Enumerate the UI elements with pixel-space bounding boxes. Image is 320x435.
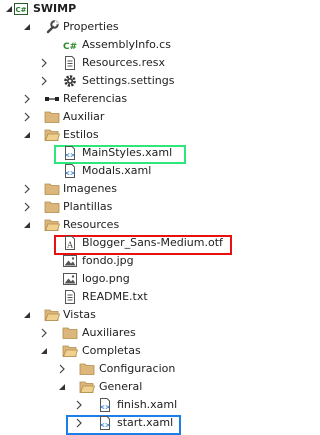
collapsed-arrow-icon[interactable] [73,414,85,432]
svg-text:<>: <> [65,151,76,159]
expanded-arrow-icon[interactable] [38,342,50,360]
folder-open-icon [44,306,60,324]
resx-file-icon [62,54,78,72]
tree-row-referencias[interactable]: Referencias [0,90,264,108]
csharp-project-icon: C# [13,0,29,18]
expanded-arrow-icon[interactable] [21,18,33,36]
svg-text:C#: C# [63,42,77,52]
folder-icon [62,324,78,342]
tree-row-completas[interactable]: Completas [0,342,264,360]
folder-open-icon [79,378,95,396]
tree-item-label: Completas [82,344,141,357]
tree-row-assemblyinfo[interactable]: C# AssemblyInfo.cs [0,36,264,54]
tree-item-label: Blogger_Sans-Medium.otf [82,236,223,249]
tree-row-readme[interactable]: README.txt [0,288,264,306]
collapsed-arrow-icon[interactable] [21,180,33,198]
tree-item-label: Resources [63,218,120,231]
tree-row-logo[interactable]: logo.png [0,270,264,288]
expanded-arrow-icon[interactable] [21,306,33,324]
tree-item-label: Estilos [63,128,99,141]
text-file-icon [62,288,78,306]
project-name: SWIMP [33,2,77,15]
collapsed-arrow-icon[interactable] [38,324,50,342]
tree-row-plantillas[interactable]: Plantillas [0,198,264,216]
collapsed-arrow-icon[interactable] [21,198,33,216]
csharp-file-icon: C# [62,36,78,54]
tree-item-label: logo.png [82,272,130,285]
tree-item-label: Resources.resx [82,56,165,69]
tree-item-label: Properties [63,20,119,33]
folder-icon [44,180,60,198]
tree-row-resources-resx[interactable]: Resources.resx [0,54,264,72]
solution-explorer-tree: C# SWIMP Properties C# AssemblyInfo.cs R… [0,0,264,435]
folder-open-icon [62,342,78,360]
tree-row-mainstyles[interactable]: <> MainStyles.xaml [0,144,264,164]
tree-row-project[interactable]: C# SWIMP [0,0,264,18]
svg-text:<>: <> [65,169,76,177]
tree-item-label: Configuracion [99,362,176,375]
tree-item-label: Auxiliar [63,110,105,123]
tree-row-finish[interactable]: <> finish.xaml [0,396,264,414]
tree-item-label: Vistas [63,308,96,321]
tree-item-label: Referencias [63,92,128,105]
image-file-icon [62,252,78,270]
xaml-file-icon: <> [62,144,78,162]
tree-item-label: fondo.jpg [82,254,134,267]
tree-row-modals[interactable]: <> Modals.xaml [0,162,264,180]
tree-row-imagenes[interactable]: Imagenes [0,180,264,198]
tree-item-label: Settings.settings [82,74,175,87]
svg-text:A: A [66,241,73,250]
tree-row-general[interactable]: General [0,378,264,396]
tree-item-label: start.xaml [117,416,174,429]
collapsed-arrow-icon[interactable] [21,108,33,126]
tree-item-label: Modals.xaml [82,164,152,177]
tree-row-properties[interactable]: Properties [0,18,264,36]
tree-row-blogger-font[interactable]: A Blogger_Sans-Medium.otf [0,234,264,255]
tree-row-configuracion[interactable]: Configuracion [0,360,264,378]
folder-icon [44,198,60,216]
folder-open-icon [44,126,60,144]
folder-open-icon [44,216,60,234]
tree-row-settings[interactable]: Settings.settings [0,72,264,90]
expanded-arrow-icon[interactable] [56,378,68,396]
tree-item-label: finish.xaml [117,398,178,411]
tree-row-auxiliares[interactable]: Auxiliares [0,324,264,342]
tree-row-fondo[interactable]: fondo.jpg [0,252,264,270]
tree-item-label: Plantillas [63,200,113,213]
tree-row-resources[interactable]: Resources [0,216,264,234]
collapsed-arrow-icon[interactable] [38,54,50,72]
project-badge: C# [15,6,26,14]
collapsed-arrow-icon[interactable] [73,396,85,414]
collapsed-arrow-icon[interactable] [21,90,33,108]
svg-text:<>: <> [100,421,111,429]
xaml-file-icon: <> [62,162,78,180]
tree-item-label: Imagenes [63,182,117,195]
collapsed-arrow-icon[interactable] [56,360,68,378]
tree-item-label: General [99,380,143,393]
collapsed-arrow-icon[interactable] [38,72,50,90]
tree-item-label: MainStyles.xaml [82,146,173,159]
settings-gear-icon [62,72,78,90]
font-file-icon: A [62,234,78,252]
tree-row-vistas[interactable]: Vistas [0,306,264,324]
xaml-file-icon: <> [97,396,113,414]
folder-icon [44,108,60,126]
tree-item-label: AssemblyInfo.cs [82,38,171,51]
tree-item-label: Auxiliares [82,326,136,339]
wrench-icon [44,18,60,36]
xaml-file-icon: <> [97,414,113,432]
svg-text:<>: <> [100,403,111,411]
folder-icon [79,360,95,378]
tree-row-start[interactable]: <> start.xaml [0,414,264,435]
tree-item-label: README.txt [82,290,148,303]
image-file-icon [62,270,78,288]
tree-row-auxiliar[interactable]: Auxiliar [0,108,264,126]
expanded-arrow-icon[interactable] [21,126,33,144]
expanded-arrow-icon[interactable] [21,216,33,234]
tree-row-estilos[interactable]: Estilos [0,126,264,144]
references-icon [44,90,60,108]
